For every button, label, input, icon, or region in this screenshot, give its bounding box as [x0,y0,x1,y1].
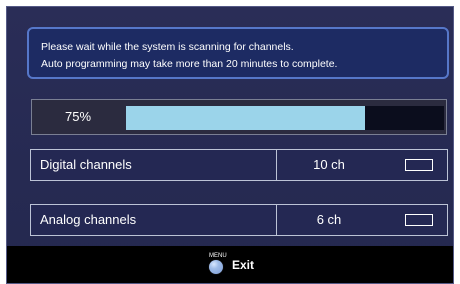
scan-message-line-2: Auto programming may take more than 20 m… [41,58,338,70]
scan-message-box: Please wait while the system is scanning… [27,27,449,79]
digital-channels-count: 10 ch [313,157,345,172]
menu-key-icon [209,260,223,274]
scan-progress-track [126,106,444,130]
channel-scan-screen: Please wait while the system is scanning… [6,6,454,284]
analog-channels-label: Analog channels [40,212,137,227]
menu-key-label: MENU [209,253,227,259]
digital-channels-row: Digital channels 10 ch [30,149,448,181]
digital-channel-status-icon [405,159,433,171]
digital-channels-divider [276,150,277,180]
analog-channels-divider [276,205,277,235]
analog-channels-count: 6 ch [316,212,342,227]
scan-progress-fill [126,106,365,130]
analog-channels-row: Analog channels 6 ch [30,204,448,236]
scan-progress-percent: 75% [64,109,92,124]
scan-progress-panel: 75% [31,99,447,135]
scan-message-line-1: Please wait while the system is scanning… [41,41,294,53]
exit-button[interactable]: MENU Exit [209,253,279,279]
digital-channels-label: Digital channels [40,157,132,172]
analog-channel-status-icon [405,214,433,226]
footer-bar: MENU Exit [7,246,453,283]
exit-label: Exit [232,258,255,272]
